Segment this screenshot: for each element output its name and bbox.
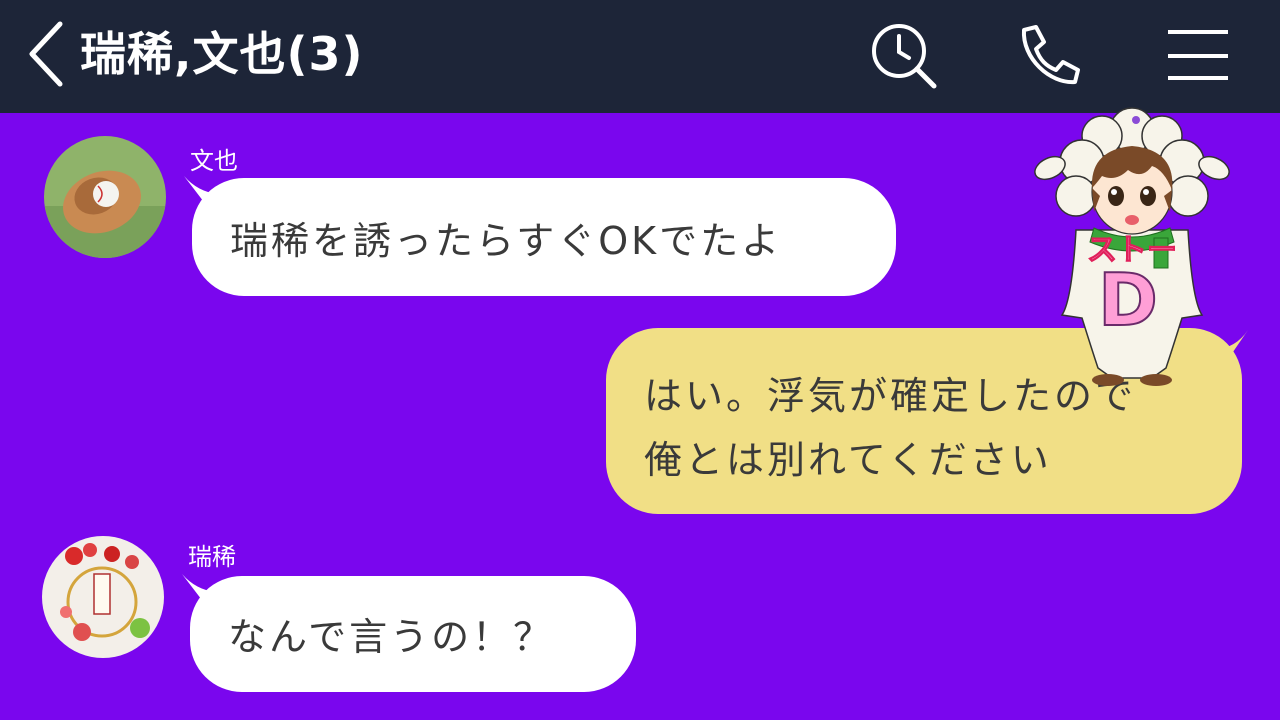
chat-title: 瑞稀,文也(3) xyxy=(80,27,364,81)
avatar-mizuki[interactable] xyxy=(42,536,164,658)
phone-icon xyxy=(1021,25,1080,85)
search-button[interactable] xyxy=(866,18,942,94)
mascot-logo-letter: D xyxy=(1098,258,1158,342)
message-text: なんで言うの！？ xyxy=(228,615,555,659)
message-bubble[interactable]: なんで言うの！？ xyxy=(190,576,636,692)
baseball-glove-avatar-image xyxy=(44,136,166,258)
channel-mascot-overlay: ストー D xyxy=(1032,100,1232,400)
search-clock-icon xyxy=(872,24,937,89)
menu-button[interactable] xyxy=(1160,18,1236,94)
chat-header: 瑞稀,文也(3) xyxy=(0,0,1280,113)
call-button[interactable] xyxy=(1010,18,1086,94)
menu-icon xyxy=(1168,30,1228,80)
sheep-costume-girl-illustration: ストー D xyxy=(1034,107,1230,386)
avatar-fumiya[interactable] xyxy=(44,136,166,258)
sender-name: 瑞稀 xyxy=(188,543,236,571)
chevron-left-icon xyxy=(29,21,63,87)
message-text-line: 俺とは別れてください xyxy=(644,438,1052,482)
message-bubble[interactable]: 瑞稀を誘ったらすぐOKでたよ xyxy=(192,178,896,296)
message-text: 瑞稀を誘ったらすぐOKでたよ xyxy=(230,219,783,263)
back-button[interactable] xyxy=(22,14,72,94)
new-year-decoration-avatar-image xyxy=(42,536,164,658)
